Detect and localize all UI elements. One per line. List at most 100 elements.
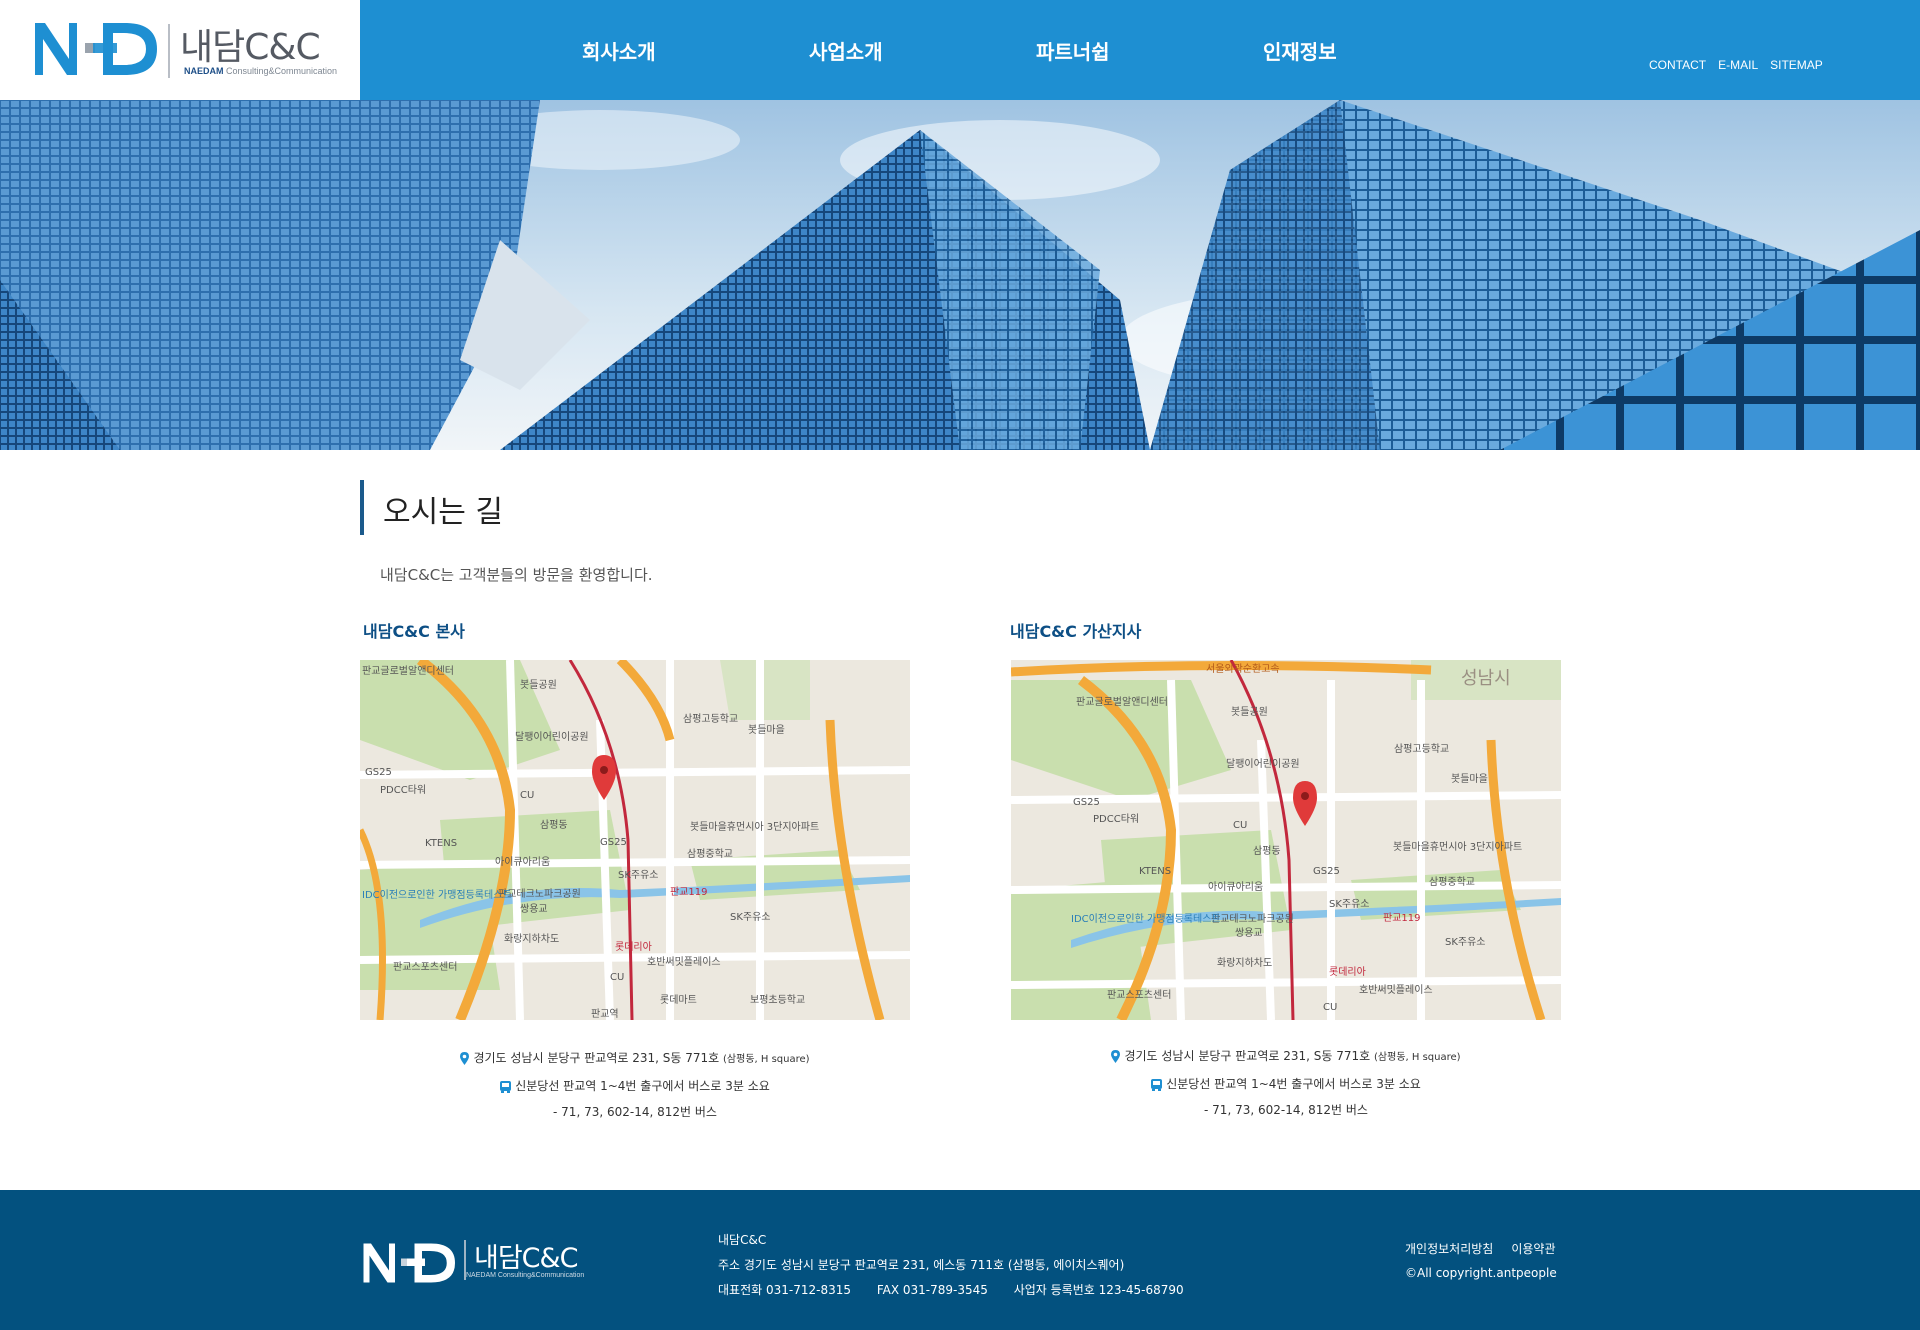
svg-text:GS25: GS25 (600, 837, 627, 848)
svg-text:판교스포츠센터: 판교스포츠센터 (393, 961, 457, 973)
footer-tel: 대표전화 031-712-8315 (718, 1283, 851, 1297)
svg-text:달팽이어린이공원: 달팽이어린이공원 (1226, 758, 1300, 770)
svg-text:삼평동: 삼평동 (1253, 845, 1281, 857)
svg-text:삼평고등학교: 삼평고등학교 (1394, 743, 1449, 755)
contact-link[interactable]: CONTACT (1649, 58, 1706, 72)
svg-text:봇들공원: 봇들공원 (520, 679, 557, 691)
footer-biz-number: 사업자 등록번호 123-45-68790 (1013, 1283, 1184, 1297)
map-image: 판교글로벌알앤디센터 봇들공원 달팽이어린이공원 삼평고등학교 GS25 PDC… (360, 660, 910, 1020)
svg-text:쌍용교: 쌍용교 (1235, 927, 1263, 939)
footer-address: 주소 경기도 성남시 분당구 판교역로 231, 에스동 711호 (삼평동, … (718, 1258, 1125, 1272)
svg-text:삼평동: 삼평동 (540, 819, 568, 831)
util-links: CONTACT E-MAIL SITEMAP (1649, 58, 1823, 72)
title-accent-bar (360, 480, 364, 535)
sitemap-link[interactable]: SITEMAP (1770, 58, 1823, 72)
svg-text:봇들마을휴먼시아 3단지아파트: 봇들마을휴먼시아 3단지아파트 (1393, 841, 1522, 853)
address-gasan: 경기도 성남시 분당구 판교역로 231, S동 771호 (삼평동, H sq… (1011, 1043, 1561, 1123)
svg-text:판교글로벌알앤디센터: 판교글로벌알앤디센터 (1076, 696, 1168, 708)
svg-text:보평초등학교: 보평초등학교 (750, 994, 805, 1006)
svg-text:호반써밋플레이스: 호반써밋플레이스 (647, 956, 721, 968)
nav-item-company[interactable]: 회사소개 (560, 36, 787, 65)
svg-text:봇들마을: 봇들마을 (748, 724, 785, 736)
svg-text:판교글로벌알앤디센터: 판교글로벌알앤디센터 (362, 665, 454, 677)
svg-text:판교역: 판교역 (591, 1008, 619, 1020)
footer-company-name: 내담C&C (718, 1233, 767, 1247)
svg-text:판교스포츠센터: 판교스포츠센터 (1107, 989, 1171, 1001)
nav-item-partnership[interactable]: 파트너쉽 (1014, 36, 1241, 65)
svg-text:서울외곽순환고속: 서울외곽순환고속 (1206, 663, 1280, 675)
svg-text:판교119: 판교119 (1383, 912, 1421, 924)
logo-name: 내담C&C (180, 27, 321, 68)
hero-banner (0, 100, 1920, 450)
site-footer: 내담C&C NAEDAM Consulting&Communication 내담… (0, 1190, 1920, 1330)
svg-text:CU: CU (520, 790, 534, 801)
svg-text:성남시: 성남시 (1461, 668, 1511, 689)
nd-logo-icon (35, 23, 157, 75)
svg-text:롯데마트: 롯데마트 (660, 994, 697, 1006)
svg-text:KTENS: KTENS (1139, 866, 1171, 877)
svg-text:삼평중학교: 삼평중학교 (687, 848, 733, 860)
footer-logo-subtitle: NAEDAM Consulting&Communication (466, 1272, 585, 1279)
location-pin-icon (1111, 1050, 1121, 1063)
terms-link[interactable]: 이용약관 (1511, 1240, 1555, 1257)
logo-divider (168, 24, 170, 78)
footer-links: 개인정보처리방침 이용약관 (1405, 1240, 1556, 1257)
privacy-policy-link[interactable]: 개인정보처리방침 (1405, 1240, 1493, 1257)
svg-text:판교119: 판교119 (670, 886, 708, 898)
svg-text:KTENS: KTENS (425, 838, 457, 849)
footer-company-info: 내담C&C 주소 경기도 성남시 분당구 판교역로 231, 에스동 711호 … (718, 1228, 1184, 1303)
svg-text:SK주유소: SK주유소 (1445, 936, 1486, 948)
map-image: 서울외곽순환고속 성남시 판교글로벌알앤디센터 봇들공원 달팽이어린이공원 삼평… (1011, 660, 1561, 1020)
map-gasan[interactable]: 서울외곽순환고속 성남시 판교글로벌알앤디센터 봇들공원 달팽이어린이공원 삼평… (1011, 660, 1561, 1020)
svg-text:GS25: GS25 (1073, 797, 1100, 808)
map-hq[interactable]: 판교글로벌알앤디센터 봇들공원 달팽이어린이공원 삼평고등학교 GS25 PDC… (360, 660, 910, 1020)
svg-text:화랑지하차도: 화랑지하차도 (1217, 956, 1272, 969)
bus-icon (500, 1080, 512, 1093)
svg-text:CU: CU (1233, 820, 1247, 831)
office-title-gasan: 내담C&C 가산지사 (1010, 622, 1142, 641)
svg-text:봇들마을휴먼시아 3단지아파트: 봇들마을휴먼시아 3단지아파트 (690, 821, 819, 833)
copyright: ©All copyright.antpeople (1405, 1266, 1557, 1280)
main-nav: 회사소개 사업소개 파트너쉽 인재정보 (560, 36, 1468, 65)
svg-text:아이큐아리움: 아이큐아리움 (1208, 881, 1263, 893)
bus-icon (1151, 1078, 1163, 1091)
footer-logo-name: 내담C&C (474, 1243, 578, 1274)
svg-text:CU: CU (610, 972, 624, 983)
location-pin-icon (460, 1052, 470, 1065)
svg-text:봇들공원: 봇들공원 (1231, 706, 1268, 718)
svg-text:판교테크노파크공원: 판교테크노파크공원 (1211, 913, 1294, 925)
svg-text:화랑지하차도: 화랑지하차도 (504, 932, 559, 945)
footer-nd-logo-icon (363, 1243, 455, 1283)
svg-text:달팽이어린이공원: 달팽이어린이공원 (515, 731, 589, 743)
address-hq: 경기도 성남시 분당구 판교역로 231, S동 771호 (삼평동, H sq… (360, 1045, 910, 1125)
svg-text:SK주유소: SK주유소 (618, 869, 659, 881)
page-title: 오시는 길 (383, 495, 503, 530)
svg-text:GS25: GS25 (1313, 866, 1340, 877)
svg-text:IDC이전으로인한 가맹점등록테스트: IDC이전으로인한 가맹점등록테스트 (362, 889, 512, 901)
svg-text:아이큐아리움: 아이큐아리움 (495, 856, 550, 868)
svg-text:SK주유소: SK주유소 (730, 911, 771, 923)
nav-item-business[interactable]: 사업소개 (787, 36, 1014, 65)
logo-subtitle: NAEDAM Consulting&Communication (184, 66, 338, 76)
logo[interactable]: 내담C&C NAEDAM Consulting&Communication (0, 0, 360, 100)
intro-text: 내담C&C는 고객분들의 방문을 환영합니다. (380, 566, 653, 584)
svg-text:PDCC타워: PDCC타워 (380, 783, 426, 796)
email-link[interactable]: E-MAIL (1718, 58, 1758, 72)
svg-text:삼평중학교: 삼평중학교 (1429, 876, 1475, 888)
nav-item-recruit[interactable]: 인재정보 (1241, 36, 1468, 65)
svg-text:IDC이전으로인한 가맹점등록테스트: IDC이전으로인한 가맹점등록테스트 (1071, 913, 1221, 925)
svg-text:삼평고등학교: 삼평고등학교 (683, 713, 738, 725)
svg-text:CU: CU (1323, 1002, 1337, 1013)
svg-text:롯데리아: 롯데리아 (615, 941, 652, 953)
svg-text:GS25: GS25 (365, 767, 392, 778)
svg-text:롯데리아: 롯데리아 (1329, 966, 1366, 978)
svg-text:호반써밋플레이스: 호반써밋플레이스 (1359, 984, 1433, 996)
svg-text:봇들마을: 봇들마을 (1451, 773, 1488, 785)
svg-text:SK주유소: SK주유소 (1329, 898, 1370, 910)
footer-fax: FAX 031-789-3545 (876, 1283, 988, 1297)
site-header: 내담C&C NAEDAM Consulting&Communication 회사… (0, 0, 1920, 100)
svg-text:PDCC타워: PDCC타워 (1093, 812, 1139, 825)
office-title-hq: 내담C&C 본사 (363, 622, 465, 641)
skyscrapers-image (0, 100, 1920, 450)
svg-text:쌍용교: 쌍용교 (520, 903, 548, 915)
